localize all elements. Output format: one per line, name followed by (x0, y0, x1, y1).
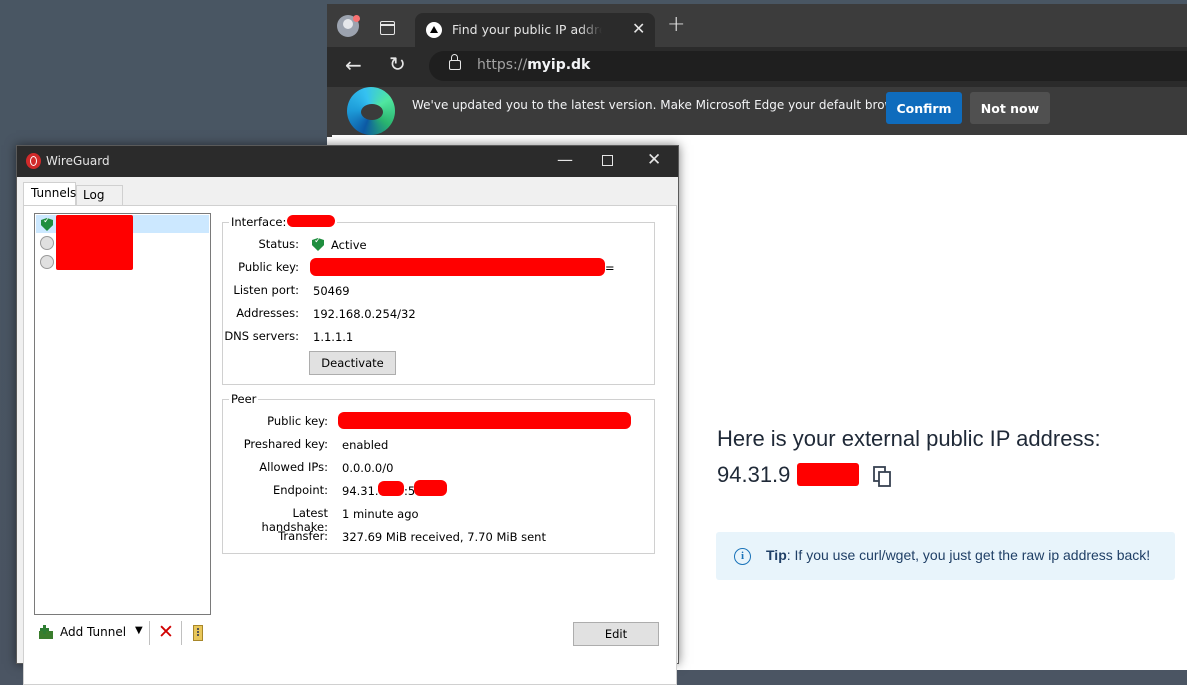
update-banner: We've updated you to the latest version.… (327, 87, 1187, 137)
inactive-circle-icon (40, 236, 54, 250)
confirm-button[interactable]: Confirm (886, 92, 962, 124)
tip-text: Tip: If you use curl/wget, you just get … (766, 547, 1151, 563)
tunnel-list[interactable] (34, 213, 211, 615)
edit-button[interactable]: Edit (573, 622, 659, 646)
back-arrow-icon[interactable]: ← (345, 53, 362, 77)
interface-legend: Interface: (229, 215, 338, 229)
addresses-value: 192.168.0.254/32 (313, 307, 416, 321)
inactive-circle-icon (40, 255, 54, 269)
peer-group: Peer Public key: Preshared key: enabled … (222, 392, 655, 554)
new-tab-icon[interactable]: + (667, 14, 685, 36)
tab-tunnels[interactable]: Tunnels (23, 182, 76, 205)
latest-handshake-value: 1 minute ago (342, 507, 419, 521)
add-tunnel-button[interactable]: Add Tunnel (60, 625, 126, 639)
status-shield-icon (312, 238, 324, 251)
ip-heading: Here is your external public IP address: (717, 426, 1101, 451)
active-shield-icon (41, 218, 53, 231)
status-value: Active (331, 238, 367, 252)
endpoint-redaction-2 (414, 480, 447, 496)
reload-icon[interactable]: ↻ (389, 52, 406, 76)
endpoint-redaction-1 (378, 481, 404, 496)
add-tunnel-icon[interactable] (39, 625, 53, 639)
wireguard-title-bar[interactable]: WireGuard — ✕ (17, 146, 678, 177)
notification-dot (353, 15, 360, 22)
interface-name-redaction (287, 215, 336, 227)
ip-redaction (797, 463, 859, 486)
preshared-key-label: Preshared key: (243, 437, 328, 451)
public-key-label: Public key: (238, 260, 299, 274)
tab-close-icon[interactable]: ✕ (632, 19, 645, 38)
tab-bar: Find your public IP address - IPv4 ✕ + (327, 4, 1187, 47)
export-zip-icon[interactable] (193, 625, 203, 641)
banner-message: We've updated you to the latest version.… (412, 98, 913, 112)
ip-address-value: 94.31.9 (717, 462, 791, 487)
toolbar-divider (149, 621, 150, 645)
info-icon: i (734, 548, 751, 565)
tunnel-toolbar: Add Tunnel ▼ ✕ (34, 621, 214, 645)
edge-logo-icon (347, 87, 395, 135)
public-key-suffix: = (605, 261, 615, 275)
transfer-label: Transfer: (278, 529, 328, 543)
not-now-button[interactable]: Not now (970, 92, 1050, 124)
dropdown-caret-icon[interactable]: ▼ (135, 625, 143, 636)
copy-icon[interactable] (873, 466, 893, 488)
public-key-redaction (310, 258, 605, 276)
deactivate-button[interactable]: Deactivate (309, 351, 396, 375)
minimize-icon[interactable]: — (557, 150, 573, 169)
lock-icon[interactable] (449, 54, 461, 70)
tab-log[interactable]: Log (76, 185, 123, 205)
window-title: WireGuard (46, 154, 110, 168)
tunnel-names-redaction (56, 215, 133, 270)
endpoint-label: Endpoint: (272, 483, 328, 497)
address-bar-row: ← ↻ https://myip.dk (327, 47, 1187, 87)
interface-group: Interface: Status: Active Public key: = … (222, 215, 655, 385)
wireguard-body: Tunnels Log A (17, 177, 678, 685)
dns-value: 1.1.1.1 (313, 330, 354, 344)
tip-box: i Tip: If you use curl/wget, you just ge… (716, 532, 1175, 580)
close-icon[interactable]: ✕ (647, 150, 661, 170)
status-label: Status: (258, 237, 299, 251)
preshared-key-value: enabled (342, 438, 389, 452)
site-favicon-icon (426, 22, 442, 38)
allowed-ips-label: Allowed IPs: (259, 460, 328, 474)
maximize-icon[interactable] (602, 155, 613, 166)
peer-legend: Peer (229, 392, 259, 406)
wireguard-window: WireGuard — ✕ Tunnels Log ✓ Add Tunnel ▼… (16, 145, 679, 685)
url-text: https://myip.dk (477, 57, 591, 73)
listen-port-value: 50469 (313, 284, 350, 298)
wireguard-logo-icon (26, 153, 41, 169)
tab-title: Find your public IP address - IPv4 (452, 22, 602, 37)
peer-public-key-redaction (338, 412, 631, 429)
listen-port-label: Listen port: (233, 283, 299, 297)
browser-tab-active[interactable]: Find your public IP address - IPv4 ✕ (415, 13, 655, 47)
dns-label: DNS servers: (224, 329, 299, 343)
delete-icon[interactable]: ✕ (158, 621, 174, 643)
peer-public-key-label: Public key: (267, 414, 328, 428)
url-input[interactable]: https://myip.dk (429, 51, 1187, 81)
addresses-label: Addresses: (236, 306, 299, 320)
tab-actions-icon[interactable] (380, 21, 395, 35)
transfer-value: 327.69 MiB received, 7.70 MiB sent (342, 530, 546, 544)
tunnels-tab-page: Add Tunnel ▼ ✕ Interface: Status: Active… (23, 205, 677, 685)
toolbar-divider (181, 621, 182, 645)
allowed-ips-value: 0.0.0.0/0 (342, 461, 394, 475)
